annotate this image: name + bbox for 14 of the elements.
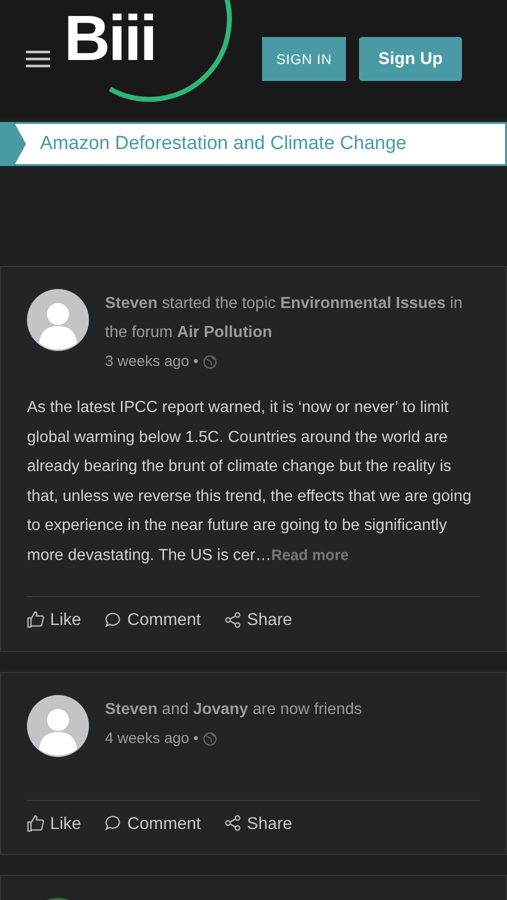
- like-button[interactable]: Like: [27, 607, 82, 632]
- comment-button[interactable]: Comment: [105, 607, 201, 632]
- comment-button[interactable]: Comment: [105, 810, 201, 836]
- logo[interactable]: Biii: [64, 6, 156, 70]
- post-text: As the latest IPCC report warned, it is ‘now or never’ to limit global warming below 1.5C. Countries around the world are already bearing the brunt of climate change but the reality is that, unless we reverse this trend, the effects that we are going to experience in the near future are going to be significantly more devastating. The US is cer…Read more: [27, 398, 472, 566]
- timestamp[interactable]: 4 weeks ago: [105, 724, 190, 754]
- share-button[interactable]: Share: [224, 607, 292, 632]
- separator-dot: •: [193, 728, 198, 748]
- like-button[interactable]: Like: [27, 810, 82, 836]
- activity-headline: Steven and Jovany are now friends: [105, 700, 362, 720]
- separator-dot: •: [193, 352, 198, 372]
- share-button[interactable]: Share: [224, 810, 292, 836]
- timestamp[interactable]: 3 weeks ago: [105, 347, 190, 377]
- activity-headline: Steven started the topic Environmental Issues in the forum Air Pollution: [105, 294, 464, 343]
